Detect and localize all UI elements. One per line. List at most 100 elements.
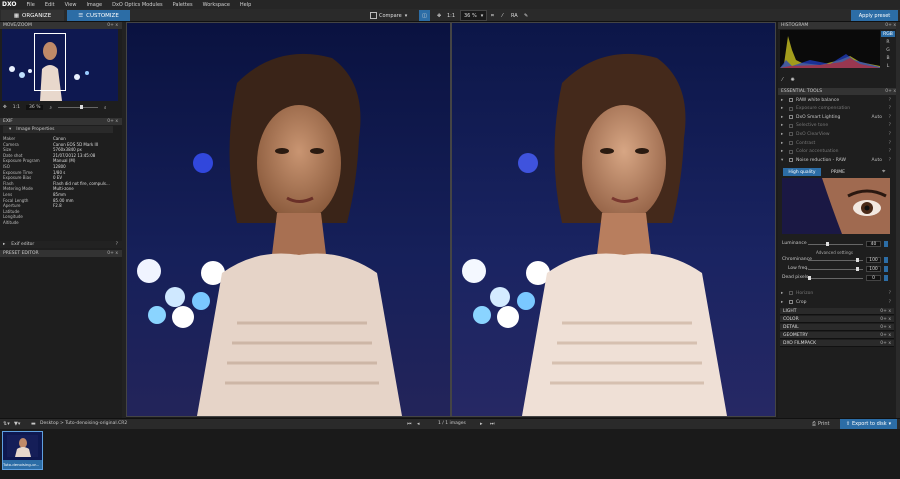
tool-checkbox[interactable] xyxy=(789,115,793,120)
exif-editor-row[interactable]: ▸ Exif editor? xyxy=(0,241,122,248)
tool-row[interactable]: ▸ Contrast? xyxy=(778,139,894,147)
nav-zoom-slider[interactable] xyxy=(58,105,98,109)
prev-image-icon[interactable]: ◂ xyxy=(417,421,420,427)
dead-pixels-value[interactable]: 0 xyxy=(866,275,881,281)
tool-checkbox[interactable] xyxy=(789,158,793,163)
help-icon[interactable]: ? xyxy=(889,132,891,137)
tool-row[interactable]: ▸ Exposure compensation? xyxy=(778,105,894,113)
chrominance-knob[interactable] xyxy=(856,258,859,262)
magnifier-icon[interactable]: ⌕ xyxy=(49,105,52,111)
photo-original[interactable] xyxy=(127,23,450,416)
help-icon[interactable]: ? xyxy=(889,98,891,103)
palette-detail[interactable]: DETAIL 0+ x xyxy=(780,324,894,331)
dead-pixels-reset[interactable] xyxy=(884,275,888,281)
menu-file[interactable]: File xyxy=(27,2,35,8)
brush-tool-button[interactable]: ✎ xyxy=(524,10,528,21)
tool-row[interactable]: ▸ Selective tone? xyxy=(778,122,894,130)
menu-image[interactable]: Image xyxy=(86,2,102,8)
first-image-icon[interactable]: ⏮ xyxy=(407,421,412,427)
palette-controls-icon[interactable]: 0+ x xyxy=(885,23,896,28)
palette-filmpack[interactable]: DXO FILMPACK 0+ x xyxy=(780,340,894,347)
help-icon[interactable]: ? xyxy=(889,291,891,296)
tool-checkbox[interactable] xyxy=(789,300,793,304)
navigator-thumbnail[interactable] xyxy=(2,29,118,101)
tool-row[interactable]: ▸ DxO ClearView? xyxy=(778,130,894,138)
palette-controls-icon[interactable]: 0+ x xyxy=(880,341,891,346)
channel-l[interactable]: L xyxy=(881,63,895,69)
nav-zoom-11[interactable]: 1:1 xyxy=(13,105,20,110)
breadcrumb-path[interactable]: Desktop > Tuto-denoising-original.CR2 xyxy=(40,421,127,426)
zoom-1-1-button[interactable]: 1:1 xyxy=(447,10,455,21)
luminance-slider[interactable] xyxy=(808,244,863,245)
luminance-reset[interactable] xyxy=(884,241,888,247)
palette-controls-icon[interactable]: 0+ x xyxy=(880,325,891,330)
help-icon[interactable]: ? xyxy=(889,300,891,305)
palette-controls-icon[interactable]: 0+ x xyxy=(885,89,896,94)
nav-zoom-pct[interactable]: 36 % xyxy=(26,105,44,110)
filmstrip-thumbnail[interactable]: Tuto-denoising-or... xyxy=(2,431,43,470)
chrominance-slider[interactable] xyxy=(808,260,863,261)
dead-pixels-knob[interactable] xyxy=(808,276,811,280)
luminance-knob[interactable] xyxy=(826,242,829,246)
target-icon[interactable]: ⌖ xyxy=(882,168,885,176)
right-panel-scrollbar[interactable] xyxy=(896,22,900,418)
picker-tool-button[interactable]: ⁄ xyxy=(502,10,503,21)
menu-help[interactable]: Help xyxy=(240,2,251,8)
menu-workspace[interactable]: Workspace xyxy=(203,2,230,8)
palette-controls-icon[interactable]: 0+ x xyxy=(880,317,891,322)
navigator-frame[interactable] xyxy=(34,33,66,91)
palette-geometry[interactable]: GEOMETRY 0+ x xyxy=(780,332,894,339)
dead-pixels-slider[interactable] xyxy=(808,278,863,279)
repair-tool-button[interactable]: RA xyxy=(511,10,518,21)
compare-button[interactable]: Compare ▾ xyxy=(370,10,407,21)
crop-tool-button[interactable]: ⌗ xyxy=(491,10,494,21)
channel-r[interactable]: R xyxy=(881,39,895,45)
tool-row[interactable]: ▾ Noise reduction - RAW Auto? xyxy=(778,156,894,164)
split-view-button[interactable]: ◫ xyxy=(419,10,430,21)
help-icon[interactable]: ? xyxy=(889,106,891,111)
tool-checkbox[interactable] xyxy=(789,123,793,128)
palette-color[interactable]: COLOR 0+ x xyxy=(780,316,894,323)
prime-button[interactable]: PRIME xyxy=(826,168,850,176)
advanced-settings-toggle[interactable]: Advanced settings xyxy=(816,250,853,255)
menu-edit[interactable]: Edit xyxy=(45,2,55,8)
low-freq-reset[interactable] xyxy=(884,266,888,272)
help-icon[interactable]: ? xyxy=(889,115,891,120)
apply-preset-button[interactable]: Apply preset xyxy=(851,10,898,21)
next-image-icon[interactable]: ▸ xyxy=(480,421,483,427)
move-icon[interactable]: ✥ xyxy=(3,105,7,110)
chrominance-value[interactable]: 100 xyxy=(866,257,881,263)
palette-controls-icon[interactable]: 0+ x xyxy=(107,23,118,28)
tool-row[interactable]: ▸ RAW white balance? xyxy=(778,96,894,104)
print-button[interactable]: ⎙ Print xyxy=(812,420,830,428)
menu-view[interactable]: View xyxy=(65,2,77,8)
sun-icon[interactable]: ✺ xyxy=(790,77,794,83)
low-freq-value[interactable]: 100 xyxy=(866,266,881,272)
tool-checkbox[interactable] xyxy=(789,98,793,102)
export-to-disk-button[interactable]: ⇪ Export to disk ▾ xyxy=(840,419,897,429)
tab-organize[interactable]: ▦ ORGANIZE xyxy=(1,10,64,21)
tool-row[interactable]: ▸ Color accentuation? xyxy=(778,148,894,156)
palette-controls-icon[interactable]: 0+ x xyxy=(880,309,891,314)
sort-icon[interactable]: ⇅▾ xyxy=(3,421,10,427)
palette-controls-icon[interactable]: 0+ x xyxy=(880,333,891,338)
low-freq-knob[interactable] xyxy=(856,267,859,271)
help-icon[interactable]: ? xyxy=(116,242,118,247)
palette-light[interactable]: LIGHT 0+ x xyxy=(780,308,894,315)
last-image-icon[interactable]: ⏭ xyxy=(490,421,495,427)
high-quality-button[interactable]: High quality xyxy=(783,168,821,176)
palette-controls-icon[interactable]: 0+ x xyxy=(107,251,118,256)
tool-checkbox[interactable] xyxy=(789,149,793,154)
eyedropper-icon[interactable]: ⁄ xyxy=(782,77,783,83)
low-freq-slider[interactable] xyxy=(808,269,863,270)
chrominance-reset[interactable] xyxy=(884,257,888,263)
menu-optics-modules[interactable]: DxO Optics Modules xyxy=(112,2,163,8)
help-icon[interactable]: ? xyxy=(889,158,891,163)
channel-rgb[interactable]: RGB xyxy=(881,31,895,37)
channel-g[interactable]: G xyxy=(881,47,895,53)
luminance-value[interactable]: 40 xyxy=(866,241,881,247)
image-viewer[interactable] xyxy=(126,22,776,417)
tool-crop[interactable]: ▸ Crop? xyxy=(778,298,894,306)
nav-zoom-knob[interactable] xyxy=(80,105,83,109)
help-icon[interactable]: ? xyxy=(889,149,891,154)
